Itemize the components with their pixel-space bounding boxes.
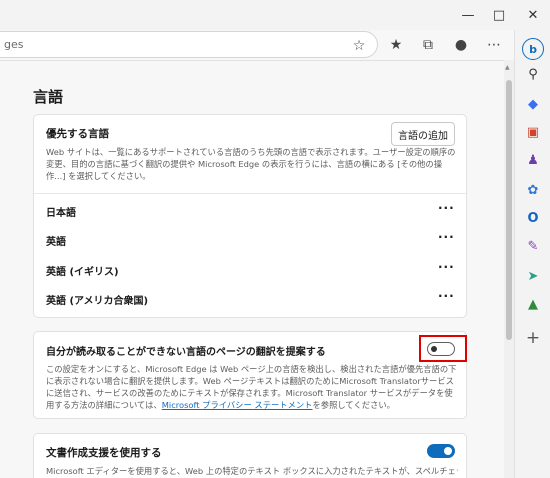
add-language-button[interactable]: 言語の追加 bbox=[391, 122, 455, 146]
address-bar[interactable]: ges ☆ bbox=[0, 31, 378, 58]
language-more-actions-button[interactable]: ··· bbox=[438, 201, 455, 215]
highlight-box bbox=[419, 335, 467, 362]
language-row: 日本語 ··· bbox=[34, 196, 466, 226]
close-button[interactable]: ✕ bbox=[516, 0, 550, 30]
add-favorite-icon[interactable]: ☆ bbox=[344, 32, 374, 59]
search-icon[interactable]: ⚲ bbox=[523, 64, 543, 84]
add-sidebar-app-icon[interactable]: + bbox=[523, 328, 543, 348]
favorites-icon[interactable]: ★ bbox=[381, 31, 411, 58]
preferred-languages-description: Web サイトは、一覧にあるサポートされている言語のうち先頭の言語で表示されます… bbox=[46, 147, 456, 181]
scroll-up-icon[interactable]: ▲ bbox=[505, 64, 510, 71]
more-options-icon[interactable]: ⋯ bbox=[479, 31, 509, 58]
language-row: 英語 ··· bbox=[34, 225, 466, 255]
language-more-actions-button[interactable]: ··· bbox=[438, 230, 455, 244]
toggle-knob bbox=[444, 447, 452, 455]
writing-assistance-card: 文書作成支援を使用する Microsoft エディターを使用すると、Web 上の… bbox=[33, 433, 467, 478]
designer-icon[interactable]: ✎ bbox=[523, 236, 543, 256]
preferred-languages-card: 優先する言語 言語の追加 Web サイトは、一覧にあるサポートされている言語のう… bbox=[33, 114, 467, 318]
profile-icon[interactable]: ● bbox=[446, 31, 476, 58]
collections-icon[interactable]: ⧉ bbox=[413, 31, 443, 58]
vertical-scrollbar[interactable]: ▲ bbox=[504, 60, 514, 478]
writing-assistance-description: Microsoft エディターを使用すると、Web 上の特定のテキスト ボックス… bbox=[46, 466, 458, 476]
privacy-statement-link[interactable]: Microsoft プライバシー ステートメント bbox=[162, 400, 313, 410]
tools-icon[interactable]: ▣ bbox=[523, 122, 543, 142]
language-more-actions-button[interactable]: ··· bbox=[438, 289, 455, 303]
language-name: 英語 (アメリカ合衆国) bbox=[46, 296, 149, 307]
translate-offer-title: 自分が読み取ることができない言語のページの翻訳を提案する bbox=[46, 347, 326, 358]
maximize-button[interactable]: □ bbox=[482, 0, 516, 30]
title-bar: — □ ✕ bbox=[0, 0, 550, 30]
shopping-tag-icon[interactable]: ◆ bbox=[523, 94, 543, 114]
outlook-icon[interactable]: O bbox=[523, 208, 543, 228]
scrollbar-thumb[interactable] bbox=[506, 80, 512, 340]
bing-chat-icon[interactable]: b bbox=[522, 38, 544, 60]
page-title: 言語 bbox=[33, 88, 64, 106]
translate-description-tail: を参照してください。 bbox=[312, 400, 395, 410]
writing-assistance-title: 文書作成支援を使用する bbox=[46, 447, 162, 459]
tree-icon[interactable]: ▲ bbox=[523, 294, 543, 314]
translate-offer-description: この設定をオンにすると、Microsoft Edge は Web ページ上の言語… bbox=[46, 363, 458, 411]
drop-icon[interactable]: ➤ bbox=[523, 266, 543, 286]
language-row: 英語 (アメリカ合衆国) ··· bbox=[34, 284, 466, 314]
language-name: 日本語 bbox=[46, 208, 76, 219]
translate-offer-card: 自分が読み取ることができない言語のページの翻訳を提案する この設定をオンにすると… bbox=[33, 331, 467, 419]
address-text: ges bbox=[4, 38, 24, 51]
minimize-button[interactable]: — bbox=[451, 0, 485, 30]
language-name: 英語 bbox=[46, 237, 66, 248]
language-more-actions-button[interactable]: ··· bbox=[438, 260, 455, 274]
language-name: 英語 (イギリス) bbox=[46, 267, 119, 278]
preferred-languages-title: 優先する言語 bbox=[46, 128, 109, 140]
edge-sidebar: b ⚲ ◆ ▣ ♟ ✿ O ✎ ➤ ▲ + bbox=[514, 30, 550, 478]
microsoft-365-icon[interactable]: ✿ bbox=[523, 180, 543, 200]
writing-assistance-toggle[interactable] bbox=[427, 444, 455, 458]
language-row: 英語 (イギリス) ··· bbox=[34, 255, 466, 285]
divider bbox=[34, 193, 466, 194]
games-icon[interactable]: ♟ bbox=[523, 150, 543, 170]
